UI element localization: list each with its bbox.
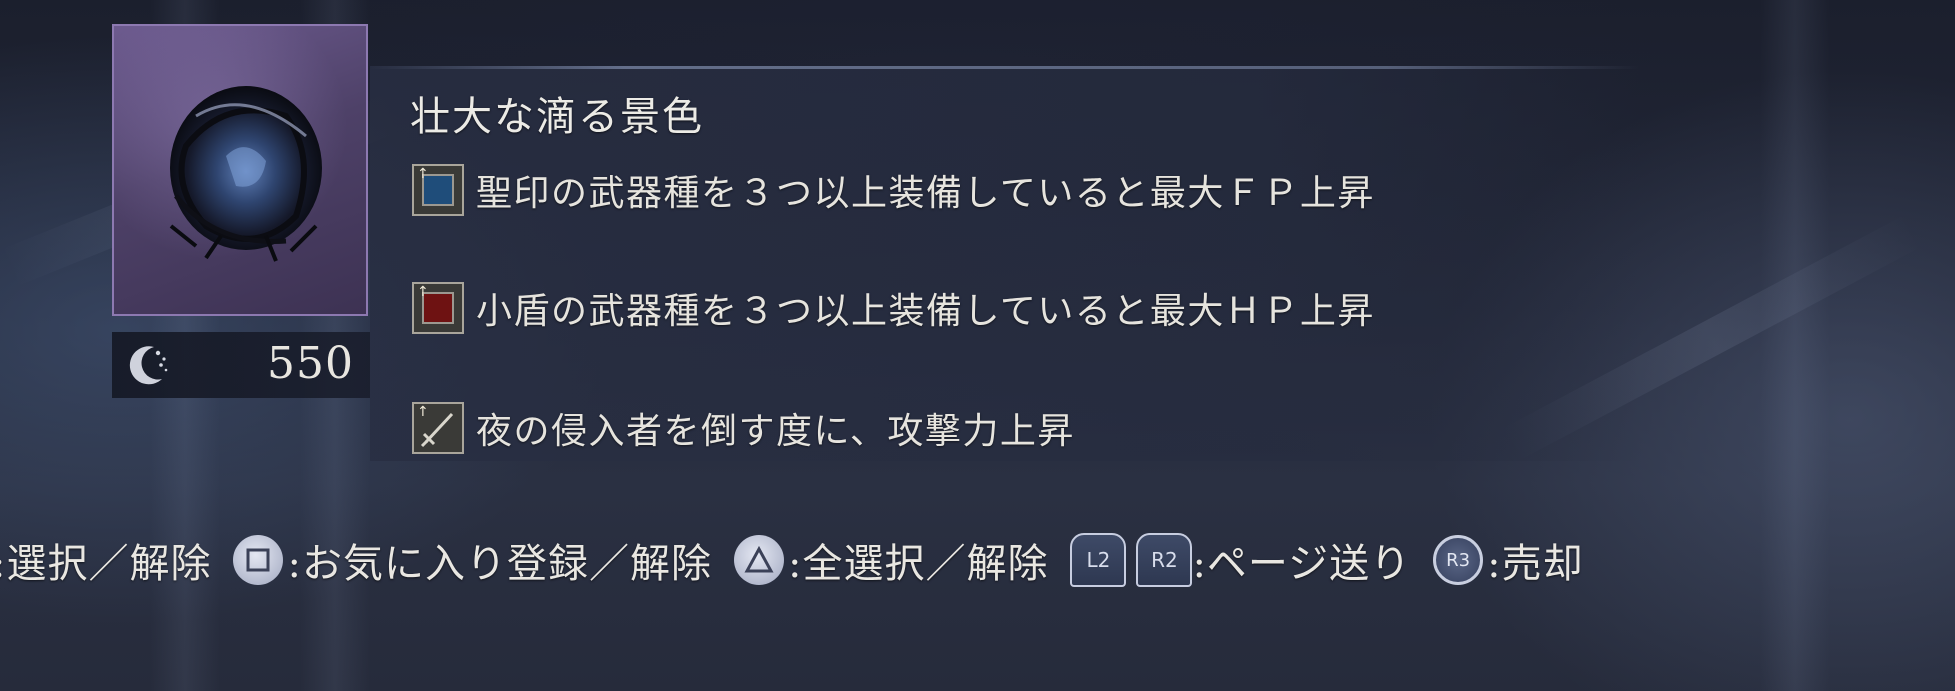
shop-screen: 550 壮大な滴る景色 ↑ 聖印の武器種を３つ以上装備していると最大ＦＰ上昇 ↑… [0,0,1955,691]
blue-square-icon: ↑ [412,164,464,216]
triangle-glyph [744,546,774,573]
triangle-button-icon[interactable] [733,535,784,585]
item-thumbnail[interactable] [112,24,368,316]
r3-button-icon[interactable]: R3 [1433,535,1484,585]
hint-page-label: :ページ送り [1192,541,1412,587]
hint-sell-label: :売却 [1487,541,1584,587]
sword-icon: ↑ [412,402,464,454]
control-hints-bar: :選択／解除 :お気に入り登録／解除 :全選択／解除 L2 R2 :ページ送り … [0,530,1584,590]
hint-select-label: :選択／解除 [0,541,212,587]
effect-text: 小盾の武器種を３つ以上装備していると最大ＨＰ上昇 [476,291,1375,332]
effect-text: 聖印の武器種を３つ以上装備していると最大ＦＰ上昇 [476,173,1375,214]
effect-row: ↑ 聖印の武器種を３つ以上装備していると最大ＦＰ上昇 [412,162,1375,218]
hint-select-all-label: :全選択／解除 [787,541,1049,587]
background-light-beam [1760,0,1830,691]
arrow-up-icon: ↑ [417,166,429,182]
arrow-up-icon: ↑ [417,404,429,420]
effect-text: 夜の侵入者を倒す度に、攻撃力上昇 [476,411,1075,452]
price-display: 550 [112,332,370,398]
runes-currency-icon [129,346,168,385]
effect-row: ↑ 小盾の武器種を３つ以上装備していると最大ＨＰ上昇 [412,280,1375,336]
square-button-icon[interactable] [233,535,284,585]
hint-favorite-label: :お気に入り登録／解除 [287,541,712,587]
item-title: 壮大な滴る景色 [410,94,704,140]
arrow-up-icon: ↑ [417,284,429,300]
square-glyph [246,548,270,572]
price-value: 550 [267,338,354,389]
effect-row: ↑ 夜の侵入者を倒す度に、攻撃力上昇 [412,400,1075,456]
relic-orb-icon [169,86,322,262]
r2-button-icon[interactable]: R2 [1136,533,1193,587]
panel-divider [370,66,1640,69]
l2-button-icon[interactable]: L2 [1070,533,1127,587]
red-square-icon: ↑ [412,282,464,334]
